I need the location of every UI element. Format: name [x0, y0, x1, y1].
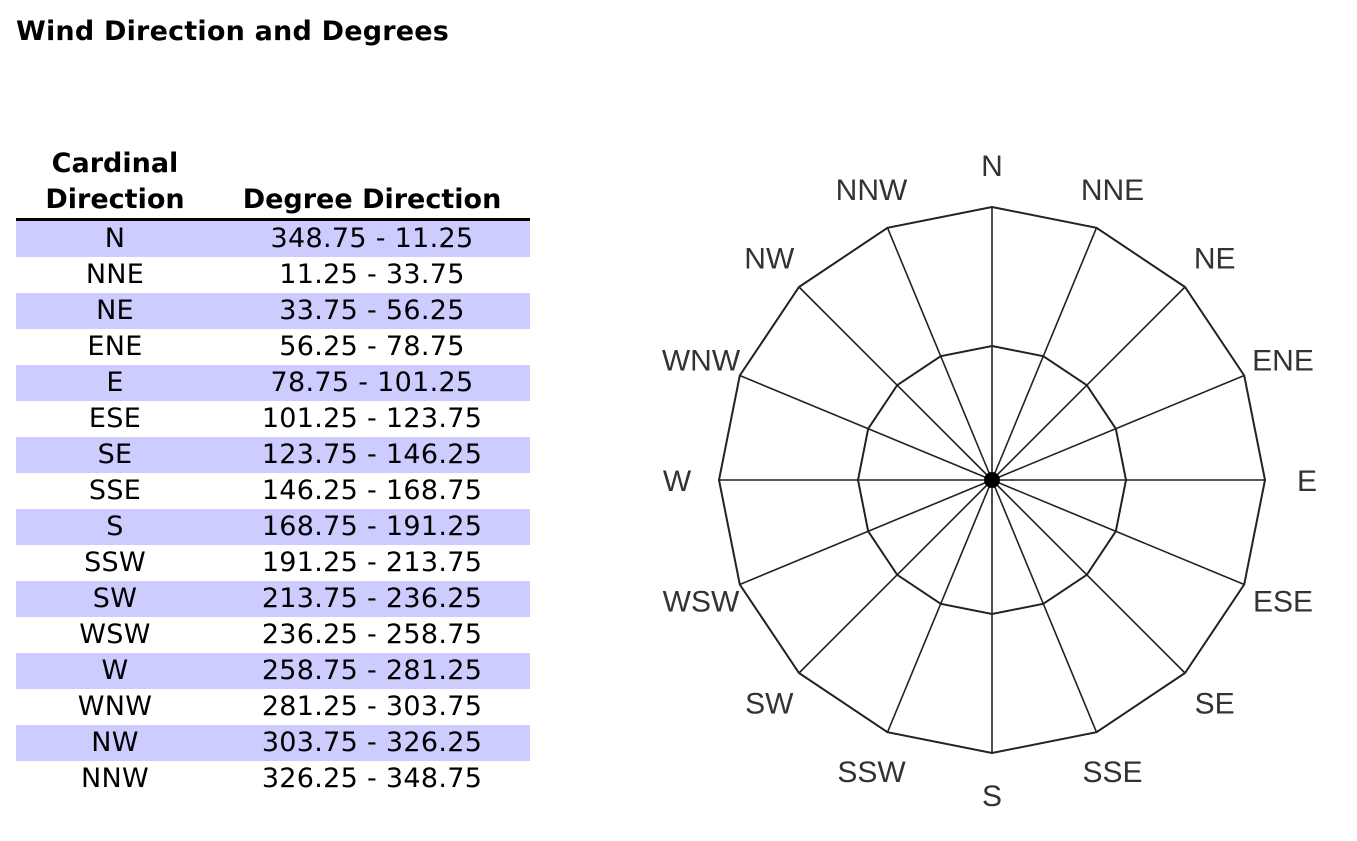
degree-cell: 101.25 - 123.75	[261, 403, 483, 434]
compass-rose-diagram: N NNE NE ENE E ESE SE SSE S SSW SW WSW W WNW NW NNW	[662, 150, 1317, 813]
compass-label-s: S	[982, 780, 1002, 813]
table-row: WSW 236.25 - 258.75	[16, 617, 530, 653]
spoke-wnw	[739, 374, 993, 481]
table-body: N 348.75 - 11.25 NNE 11.25 - 33.75 NE 33.75 -…	[16, 219, 530, 798]
spoke-ese	[991, 479, 1245, 586]
cardinal-cell: SSW	[84, 547, 146, 578]
degree-cell: 191.25 - 213.75	[261, 547, 483, 578]
compass-label-nnw: NNW	[836, 174, 908, 207]
compass-label-wnw: WNW	[662, 345, 741, 378]
degree-cell: 348.75 - 11.25	[214, 219, 530, 257]
compass-label-nw: NW	[744, 242, 795, 275]
table-row: S 168.75 - 191.25	[16, 509, 530, 545]
compass-label-ene: ENE	[1252, 345, 1314, 378]
degree-cell: 281.25 - 303.75	[261, 691, 483, 722]
degree-cell: 123.75 - 146.25	[214, 437, 530, 473]
compass-label-e: E	[1297, 465, 1317, 498]
degree-cell: 303.75 - 326.25	[214, 725, 530, 761]
degree-cell: 146.25 - 168.75	[261, 475, 483, 506]
degree-cell: 168.75 - 191.25	[214, 509, 530, 545]
cardinal-cell: NW	[16, 725, 214, 761]
compass-label-w: W	[663, 465, 692, 498]
compass-label-se: SE	[1195, 688, 1235, 721]
cardinal-cell: E	[16, 365, 214, 401]
spoke-ssw	[886, 479, 993, 733]
cardinal-cell: SW	[16, 581, 214, 617]
degree-cell: 11.25 - 33.75	[279, 259, 465, 290]
cardinal-cell: N	[16, 219, 214, 257]
spoke-nw	[798, 286, 993, 481]
compass-label-ssw: SSW	[837, 756, 906, 789]
table-row: ENE 56.25 - 78.75	[16, 329, 530, 365]
spoke-sse	[991, 479, 1098, 733]
compass-label-nne: NNE	[1081, 174, 1144, 207]
cardinal-cell: ESE	[88, 403, 142, 434]
degree-cell: 56.25 - 78.75	[279, 331, 465, 362]
header-degree-direction: Degree Direction	[214, 146, 530, 221]
cardinal-cell: NE	[16, 293, 214, 329]
table-row: E 78.75 - 101.25	[16, 365, 530, 401]
table-row: NW 303.75 - 326.25	[16, 725, 530, 761]
cardinal-cell: W	[16, 653, 214, 689]
table-header-row: Cardinal Direction Degree Direction	[16, 146, 530, 221]
cardinal-cell: ENE	[87, 331, 143, 362]
table-row: NNW 326.25 - 348.75	[16, 761, 530, 797]
table-row: SSE 146.25 - 168.75	[16, 473, 530, 509]
cardinal-cell: S	[16, 509, 214, 545]
table-row: WNW 281.25 - 303.75	[16, 689, 530, 725]
table-row: SE 123.75 - 146.25	[16, 437, 530, 473]
table-row: W 258.75 - 281.25	[16, 653, 530, 689]
cardinal-cell: NNW	[81, 763, 149, 794]
cardinal-cell: WSW	[79, 619, 151, 650]
spoke-nne	[991, 227, 1098, 481]
spoke-ne	[991, 286, 1186, 481]
table-row: SSW 191.25 - 213.75	[16, 545, 530, 581]
degree-cell: 326.25 - 348.75	[261, 763, 483, 794]
degree-cell: 78.75 - 101.25	[214, 365, 530, 401]
compass-label-sse: SSE	[1082, 756, 1142, 789]
compass-label-wsw: WSW	[663, 586, 740, 619]
compass-label-n: N	[981, 150, 1003, 183]
table-row: NE 33.75 - 56.25	[16, 293, 530, 329]
degree-cell: 33.75 - 56.25	[214, 293, 530, 329]
cardinal-cell: WNW	[77, 691, 153, 722]
compass-label-ese: ESE	[1253, 586, 1313, 619]
wind-direction-table: Cardinal Direction Degree Direction N 348…	[16, 146, 530, 797]
center-dot	[984, 472, 1000, 488]
degree-cell: 236.25 - 258.75	[261, 619, 483, 650]
header-cardinal-direction: Cardinal Direction	[16, 146, 214, 221]
spoke-wsw	[739, 479, 993, 586]
cardinal-cell: SE	[16, 437, 214, 473]
cardinal-cell: SSE	[88, 475, 142, 506]
spoke-se	[991, 479, 1186, 674]
compass-label-ne: NE	[1194, 242, 1236, 275]
table-row: N 348.75 - 11.25	[16, 219, 530, 257]
degree-cell: 258.75 - 281.25	[214, 653, 530, 689]
spoke-ene	[991, 374, 1245, 481]
spoke-nnw	[886, 227, 993, 481]
page-title: Wind Direction and Degrees	[16, 16, 450, 47]
cardinal-cell: NNE	[85, 259, 145, 290]
table-row: NNE 11.25 - 33.75	[16, 257, 530, 293]
table-row: SW 213.75 - 236.25	[16, 581, 530, 617]
compass-label-sw: SW	[745, 688, 794, 721]
spoke-sw	[798, 479, 993, 674]
table-row: ESE 101.25 - 123.75	[16, 401, 530, 437]
degree-cell: 213.75 - 236.25	[214, 581, 530, 617]
